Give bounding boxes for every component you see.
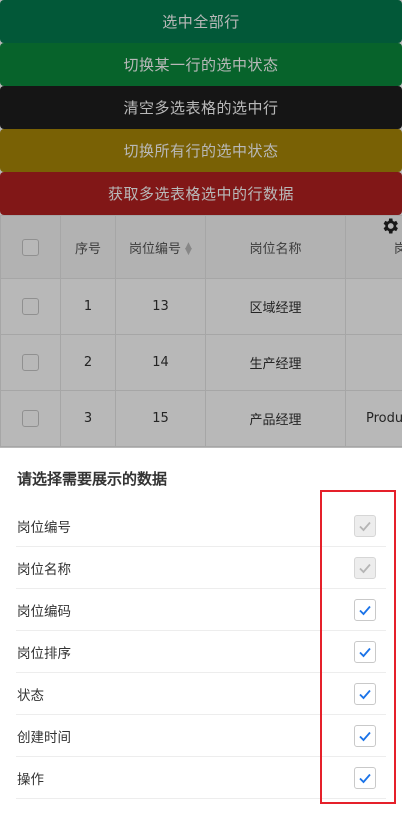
column-option-label: 状态	[17, 687, 44, 704]
column-option-label: 岗位编号	[17, 519, 71, 536]
row-post-code	[345, 334, 402, 391]
header-post-name: 岗位名称	[205, 215, 346, 279]
posts-table: 序号 岗位编号 ▲ ▼ 岗位名称 岗 1 13 区域经理 2 14 生产经理 3…	[0, 215, 402, 448]
row-checkbox[interactable]	[22, 410, 39, 427]
action-buttons: 选中全部行 切换某一行的选中状态 清空多选表格的选中行 切换所有行的选中状态 获…	[0, 0, 402, 215]
row-checkbox[interactable]	[22, 298, 39, 315]
gear-icon[interactable]	[380, 216, 400, 236]
row-post-id: 13	[115, 278, 206, 335]
row-post-id: 15	[115, 390, 206, 447]
sort-icon[interactable]: ▲ ▼	[185, 242, 192, 257]
select-all-rows-button[interactable]: 选中全部行	[0, 0, 402, 43]
clear-selection-button[interactable]: 清空多选表格的选中行	[0, 86, 402, 129]
table-row[interactable]: 1 13 区域经理	[0, 278, 402, 335]
annotation-highlight-box	[320, 490, 396, 804]
table-row[interactable]: 3 15 产品经理 Produ	[0, 390, 402, 447]
row-index: 3	[60, 390, 116, 447]
column-option-label: 岗位编码	[17, 603, 71, 620]
get-selected-rows-button[interactable]: 获取多选表格选中的行数据	[0, 172, 402, 215]
row-post-id: 14	[115, 334, 206, 391]
row-checkbox-cell[interactable]	[0, 334, 61, 391]
row-post-name: 产品经理	[205, 390, 346, 447]
column-option-label: 岗位名称	[17, 561, 71, 578]
sheet-title: 请选择需要展示的数据	[17, 470, 168, 488]
table-row[interactable]: 2 14 生产经理	[0, 334, 402, 391]
row-index: 2	[60, 334, 116, 391]
header-post-id-label: 岗位编号	[129, 241, 182, 257]
row-post-name: 生产经理	[205, 334, 346, 391]
toggle-all-selection-button[interactable]: 切换所有行的选中状态	[0, 129, 402, 172]
select-all-checkbox[interactable]	[22, 238, 39, 256]
row-checkbox-cell[interactable]	[0, 390, 61, 447]
column-option-label: 操作	[17, 771, 44, 788]
header-post-id[interactable]: 岗位编号 ▲ ▼	[115, 215, 206, 279]
toggle-row-selection-button[interactable]: 切换某一行的选中状态	[0, 43, 402, 86]
column-option-label: 岗位排序	[17, 645, 71, 662]
row-post-code: Produ	[345, 390, 402, 447]
table-header-row: 序号 岗位编号 ▲ ▼ 岗位名称 岗	[0, 215, 402, 279]
row-checkbox-cell[interactable]	[0, 278, 61, 335]
row-post-code	[345, 278, 402, 335]
header-index: 序号	[60, 215, 116, 279]
row-post-name: 区域经理	[205, 278, 346, 335]
row-checkbox[interactable]	[22, 354, 39, 371]
column-option-label: 创建时间	[17, 729, 71, 746]
header-select-all[interactable]	[0, 215, 61, 279]
row-index: 1	[60, 278, 116, 335]
